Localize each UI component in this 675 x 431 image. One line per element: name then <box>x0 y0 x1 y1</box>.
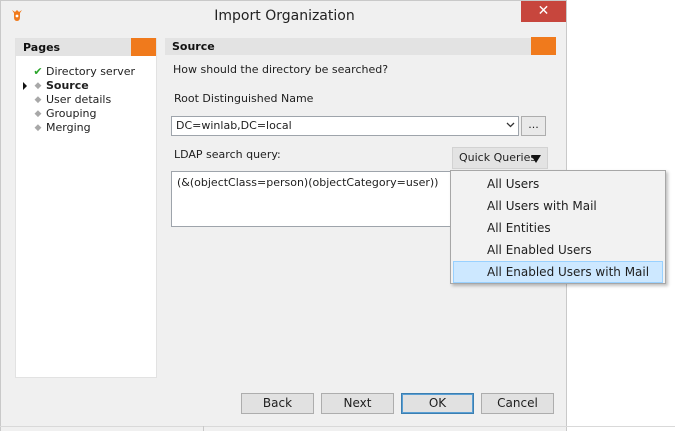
quick-queries-menu: All Users All Users with Mail All Entiti… <box>450 170 666 284</box>
pages-header: Pages <box>16 38 156 56</box>
bullet-icon: ◆ <box>34 81 42 91</box>
page-item-label: Directory server <box>46 65 136 78</box>
page-item-label: Merging <box>46 121 91 134</box>
pages-panel: Pages ✔ Directory server ◆ Source ◆ User… <box>15 38 157 378</box>
quick-queries-button[interactable]: Quick Queries <box>452 147 548 169</box>
menu-item-all-enabled-users-with-mail[interactable]: All Enabled Users with Mail <box>453 261 663 283</box>
title-bar: Import Organization ✕ <box>1 1 566 31</box>
window-title: Import Organization <box>214 8 355 24</box>
checkmark-icon: ✔ <box>33 65 43 78</box>
ldap-query-label: LDAP search query: <box>174 148 281 161</box>
rdn-value: DC=winlab,DC=local <box>176 119 292 132</box>
quick-queries-label: Quick Queries <box>459 151 537 164</box>
background-divider <box>0 426 675 427</box>
pages-header-label: Pages <box>23 41 61 54</box>
pages-header-accent <box>131 38 156 56</box>
bullet-icon: ◆ <box>34 95 42 105</box>
page-item-label: User details <box>46 93 112 106</box>
source-header-label: Source <box>172 40 215 53</box>
rdn-label: Root Distinguished Name <box>174 92 314 105</box>
chevron-down-icon[interactable] <box>504 117 516 135</box>
rdn-combobox[interactable]: DC=winlab,DC=local <box>171 116 519 136</box>
close-icon: ✕ <box>537 3 550 19</box>
source-header: Source <box>165 37 556 55</box>
close-button[interactable]: ✕ <box>521 1 566 22</box>
source-header-accent <box>531 37 556 55</box>
browse-button[interactable]: ... <box>521 116 546 136</box>
back-button[interactable]: Back <box>241 393 314 414</box>
menu-item-all-enabled-users[interactable]: All Enabled Users <box>453 239 663 261</box>
cancel-button[interactable]: Cancel <box>481 393 554 414</box>
menu-item-all-users[interactable]: All Users <box>453 173 663 195</box>
button-bar: Back Next OK Cancel <box>1 385 566 431</box>
background-divider-tick <box>203 426 204 431</box>
menu-item-all-users-with-mail[interactable]: All Users with Mail <box>453 195 663 217</box>
next-button[interactable]: Next <box>321 393 394 414</box>
page-item-label: Grouping <box>46 107 97 120</box>
page-item-label: Source <box>46 79 89 92</box>
menu-item-all-entities[interactable]: All Entities <box>453 217 663 239</box>
bullet-icon: ◆ <box>34 109 42 119</box>
triangle-down-icon <box>531 155 541 163</box>
bullet-icon: ◆ <box>34 123 42 133</box>
current-page-arrow-icon <box>23 82 27 90</box>
ok-button[interactable]: OK <box>401 393 474 414</box>
search-question: How should the directory be searched? <box>173 63 389 76</box>
